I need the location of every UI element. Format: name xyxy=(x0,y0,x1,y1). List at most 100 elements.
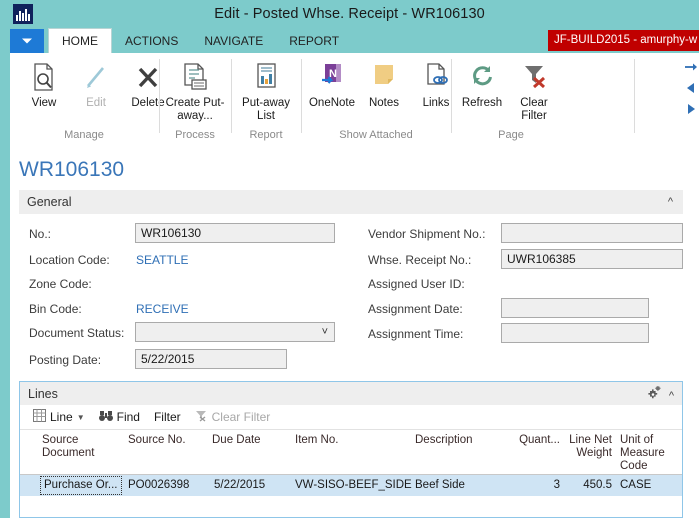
chevron-up-icon[interactable]: ^ xyxy=(669,391,674,401)
edit-button-label: Edit xyxy=(68,97,124,110)
clear-filter-button[interactable]: Clear Filter xyxy=(508,56,560,123)
column-header-line-net-weight[interactable]: Line Net Weight xyxy=(566,434,612,460)
cell-description[interactable]: Beef Side xyxy=(415,478,465,493)
previous-button[interactable]: Previous xyxy=(682,79,699,97)
ribbon-tabs: HOME ACTIONS NAVIGATE REPORT xyxy=(48,28,352,53)
putaway-list-button[interactable]: Put-away List xyxy=(235,56,297,123)
fasttab-general-header[interactable]: General ^ xyxy=(19,190,683,214)
chevron-up-icon[interactable]: ^ xyxy=(668,197,673,207)
lines-header-tools: ^ xyxy=(646,386,674,405)
field-label-no: No.: xyxy=(29,227,51,241)
field-posting-date-input[interactable]: 5/22/2015 xyxy=(135,349,287,369)
cell-unit-of-measure-code[interactable]: CASE xyxy=(620,478,651,493)
field-label-document-status: Document Status: xyxy=(29,326,124,340)
table-row[interactable]: Purchase Or... PO0026398 5/22/2015 VW-SI… xyxy=(20,475,682,496)
line-menu-label: Line xyxy=(50,410,73,424)
clear-filter-funnel-x-icon xyxy=(520,60,548,94)
field-label-zone-code: Zone Code: xyxy=(29,277,92,291)
create-putaway-button[interactable]: Create Put-away... xyxy=(164,56,226,123)
field-whse-receipt-no-input[interactable]: UWR106385 xyxy=(501,249,683,269)
filter-button[interactable]: Filter xyxy=(147,406,188,428)
onenote-button[interactable]: N OneNote xyxy=(306,56,358,110)
putaway-list-report-icon xyxy=(252,60,280,94)
lines-grid-empty-area xyxy=(20,496,682,516)
binoculars-icon xyxy=(99,410,113,425)
cell-source-document[interactable]: Purchase Or... xyxy=(40,476,122,495)
clear-filter-button-label: Clear Filter xyxy=(506,97,562,123)
chevron-down-icon: ▼ xyxy=(77,413,85,422)
field-label-assignment-date: Assignment Date: xyxy=(368,302,463,316)
chevron-down-icon xyxy=(22,39,32,44)
ribbon-tab-strip: HOME ACTIONS NAVIGATE REPORT JF-BUILD201… xyxy=(0,28,699,53)
grid-table-icon xyxy=(33,409,46,425)
ribbon-left-accent xyxy=(0,53,10,145)
field-bin-code-value[interactable]: RECEIVE xyxy=(136,302,189,316)
links-chain-icon xyxy=(423,60,449,94)
view-button[interactable]: View xyxy=(18,56,70,110)
page-content: WR106130 General ^ No.: WR106130 Locatio… xyxy=(0,145,699,518)
cell-quantity[interactable]: 3 xyxy=(510,478,560,493)
fasttab-general-label: General xyxy=(19,195,71,209)
column-header-due-date[interactable]: Due Date xyxy=(212,434,274,447)
field-location-code-value[interactable]: SEATTLE xyxy=(136,253,188,267)
column-header-quantity[interactable]: Quant... xyxy=(510,434,560,447)
field-no-input[interactable]: WR106130 xyxy=(135,223,335,243)
column-header-source-no[interactable]: Source No. xyxy=(128,434,200,447)
configure-gears-icon[interactable] xyxy=(646,386,661,405)
column-header-description[interactable]: Description xyxy=(415,434,493,447)
view-page-magnifier-icon xyxy=(31,60,57,94)
refresh-button[interactable]: Refresh xyxy=(456,56,508,110)
content-left-accent xyxy=(0,145,10,518)
cell-item-no[interactable]: VW-SISO-BEEF_SIDE xyxy=(295,478,412,493)
notes-button[interactable]: Notes xyxy=(358,56,410,110)
find-button[interactable]: Find xyxy=(92,406,147,428)
window-title: Edit - Posted Whse. Receipt - WR106130 xyxy=(0,0,699,28)
ribbon-group-manage-label: Manage xyxy=(10,129,158,141)
chevron-down-icon[interactable]: ˅ xyxy=(322,326,328,339)
create-putaway-document-icon xyxy=(180,60,210,94)
ribbon-group-process: Create Put-away... Process xyxy=(160,53,230,145)
column-header-source-document[interactable]: Source Document xyxy=(42,434,112,460)
lines-toolbar: Line ▼ Find xyxy=(20,405,682,430)
tab-actions[interactable]: ACTIONS xyxy=(112,28,191,53)
refresh-button-label: Refresh xyxy=(454,97,510,110)
triangle-right-icon xyxy=(684,104,698,114)
line-menu-button[interactable]: Line ▼ xyxy=(26,406,92,428)
field-assignment-date-input[interactable] xyxy=(501,298,649,318)
find-button-label: Find xyxy=(117,410,140,424)
page-title: WR106130 xyxy=(19,158,124,182)
cell-due-date[interactable]: 5/22/2015 xyxy=(214,478,265,493)
clear-filter-lines-label: Clear Filter xyxy=(212,410,271,424)
environment-user-banner: JF-BUILD2015 - amurphy-w xyxy=(548,30,699,51)
clear-filter-lines-button[interactable]: Clear Filter xyxy=(188,406,278,428)
column-header-item-no[interactable]: Item No. xyxy=(295,434,359,447)
tab-home[interactable]: HOME xyxy=(48,28,112,54)
application-menu-button[interactable] xyxy=(10,29,44,53)
ribbon-group-report: Put-away List Report xyxy=(232,53,300,145)
field-document-status-dropdown[interactable]: ˅ xyxy=(135,322,335,342)
clear-filter-icon xyxy=(195,410,208,425)
refresh-circular-arrows-icon xyxy=(468,60,496,94)
field-label-posting-date: Posting Date: xyxy=(29,353,101,367)
triangle-left-icon xyxy=(684,83,698,93)
edit-button[interactable]: Edit xyxy=(70,56,122,110)
create-putaway-button-label: Create Put-away... xyxy=(163,97,227,123)
field-assignment-time-input[interactable] xyxy=(501,323,649,343)
field-label-assignment-time: Assignment Time: xyxy=(368,327,463,341)
ribbon-group-report-label: Report xyxy=(232,129,300,141)
title-bar: Edit - Posted Whse. Receipt - WR106130 xyxy=(0,0,699,28)
cell-source-no[interactable]: PO0026398 xyxy=(128,478,189,493)
go-to-button[interactable]: Go to xyxy=(682,58,699,76)
cell-line-net-weight[interactable]: 450.5 xyxy=(566,478,612,493)
fasttab-lines-header[interactable]: Lines ^ xyxy=(20,382,682,405)
field-vendor-shipment-no-input[interactable] xyxy=(501,223,683,243)
nav-window: Edit - Posted Whse. Receipt - WR106130 H… xyxy=(0,0,699,518)
tab-report[interactable]: REPORT xyxy=(276,28,352,53)
lines-grid-header: Source Document Source No. Due Date Item… xyxy=(20,430,682,475)
next-button[interactable]: Next xyxy=(682,100,699,118)
tab-navigate[interactable]: NAVIGATE xyxy=(191,28,276,53)
column-header-unit-of-measure-code[interactable]: Unit of Measure Code xyxy=(620,434,678,473)
ribbon-separator xyxy=(634,59,635,133)
putaway-list-button-label: Put-away List xyxy=(234,97,298,123)
notes-button-label: Notes xyxy=(356,97,412,110)
